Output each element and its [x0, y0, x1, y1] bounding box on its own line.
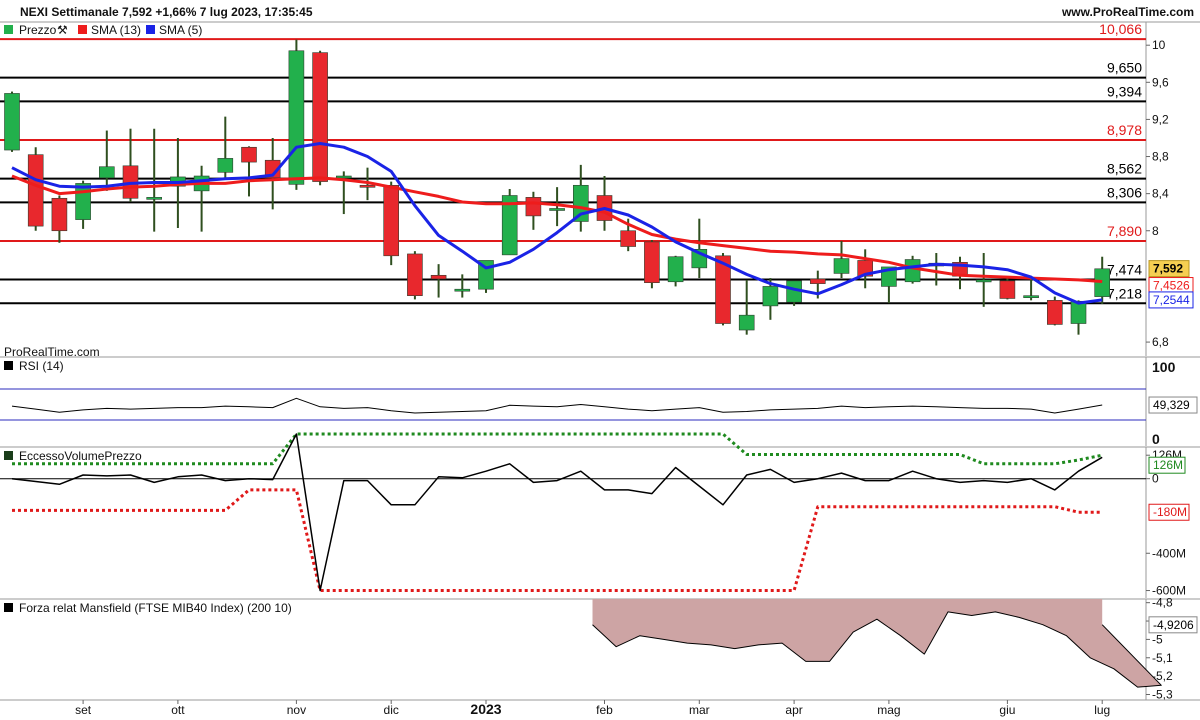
candle-body-3 [75, 183, 91, 220]
mansfield-ytick-label-0: -4,8 [1152, 596, 1173, 610]
candle-body-12 [288, 50, 305, 185]
chart-svg: NEXI Settimanale 7,592 +1,66% 7 lug 2023… [0, 0, 1200, 720]
mansfield-last-tag: -4,9206 [1153, 618, 1194, 632]
x-tick-label-2: nov [287, 703, 306, 717]
candle-body-38 [904, 259, 921, 283]
rsi-ytick-label-0: 100 [1152, 359, 1176, 375]
x-tick-label-8: mag [877, 703, 900, 717]
candle-body-32 [762, 286, 779, 307]
candle-body-0 [4, 93, 20, 151]
rsi-ytick-label-1: 0 [1152, 431, 1160, 447]
mansfield-ytick-label-2: -5 [1152, 632, 1163, 646]
candle-body-24 [572, 184, 589, 222]
mansfield-legend-swatch [4, 603, 13, 612]
candle-body-27 [644, 241, 660, 284]
price-ytick-label-6: 6,8 [1152, 335, 1169, 349]
candle-body-2 [51, 197, 68, 232]
rsi-legend-label: RSI (14) [19, 359, 64, 373]
price-ytick-label-3: 8,8 [1152, 150, 1169, 164]
volume-ytick-label-2: -400M [1152, 546, 1186, 560]
watermark: ProRealTime.com [4, 345, 100, 359]
sma5-last-tag: 7,2544 [1153, 293, 1190, 307]
legend-sma5-swatch [146, 25, 155, 34]
volume-lower-tag: -180M [1153, 505, 1187, 519]
candle-body-14 [335, 175, 352, 179]
legend-sma13-swatch [78, 25, 87, 34]
candle-body-44 [1047, 300, 1063, 325]
candle-body-42 [999, 280, 1016, 299]
candle-body-10 [241, 146, 257, 163]
header-site[interactable]: www.ProRealTime.com [1061, 5, 1194, 19]
legend-price-swatch [4, 25, 13, 34]
sma13-last-tag: 7,4526 [1153, 279, 1190, 293]
volume-upper-tag: 126M [1153, 458, 1183, 472]
mansfield-ytick-label-5: -5,3 [1152, 687, 1173, 701]
candle-body-18 [430, 274, 447, 280]
level-label-3: 8,978 [1107, 122, 1142, 138]
x-tick-label-4: 2023 [470, 701, 501, 717]
candle-body-15 [359, 184, 376, 188]
legend-sma5-label: SMA (5) [159, 23, 202, 37]
candle-body-9 [217, 158, 234, 173]
candle-body-17 [407, 253, 423, 296]
x-tick-label-7: apr [785, 703, 802, 717]
candle-body-19 [454, 288, 471, 292]
candle-body-1 [27, 154, 44, 227]
price-ytick-label-2: 9,2 [1152, 112, 1169, 126]
candle-body-41 [975, 279, 992, 283]
x-tick-label-10: lug [1094, 703, 1110, 717]
level-label-2: 9,394 [1107, 83, 1142, 99]
candle-body-16 [383, 184, 400, 257]
candle-body-31 [738, 314, 755, 331]
last-price-tag: 7,592 [1153, 262, 1183, 276]
candle-body-26 [620, 230, 637, 247]
candle-body-23 [549, 208, 565, 211]
x-tick-label-3: dic [384, 703, 399, 717]
x-tick-label-1: ott [171, 703, 185, 717]
level-label-4: 8,562 [1107, 161, 1142, 177]
price-ytick-label-4: 8,4 [1152, 187, 1169, 201]
candle-body-28 [667, 256, 684, 283]
rsi-legend-swatch [4, 361, 13, 370]
x-tick-label-9: giu [999, 703, 1015, 717]
x-tick-label-0: set [75, 703, 92, 717]
level-label-0: 10,066 [1099, 21, 1142, 37]
candle-body-46 [1094, 268, 1110, 297]
candle-body-6 [146, 197, 162, 200]
price-ytick-label-0: 10 [1152, 38, 1166, 52]
x-tick-label-6: mar [689, 703, 710, 717]
legend-price-wrench-icon: ⚒ [57, 23, 68, 37]
level-label-1: 9,650 [1107, 60, 1142, 76]
header-title: NEXI Settimanale 7,592 +1,66% 7 lug 2023… [20, 5, 313, 19]
volume-legend-label: EccessoVolumePrezzo [19, 449, 142, 463]
legend-sma13-label: SMA (13) [91, 23, 141, 37]
candle-body-35 [833, 258, 850, 274]
candle-body-34 [809, 278, 826, 284]
price-ytick-label-5: 8 [1152, 224, 1159, 238]
level-label-5: 8,306 [1107, 184, 1142, 200]
volume-legend-swatch [4, 451, 13, 460]
candle-body-13 [312, 52, 328, 182]
legend-price-label: Prezzo [19, 23, 57, 37]
mansfield-legend-label: Forza relat Mansfield (FTSE MIB40 Index)… [19, 601, 292, 615]
level-label-7: 7,474 [1107, 262, 1142, 278]
level-label-8: 7,218 [1107, 285, 1142, 301]
candle-body-45 [1070, 300, 1087, 324]
candle-body-4 [99, 166, 115, 179]
level-label-6: 7,890 [1107, 223, 1142, 239]
x-tick-label-5: feb [596, 703, 613, 717]
volume-ytick-label-1: 0 [1152, 472, 1159, 486]
mansfield-ytick-label-3: -5,1 [1152, 651, 1173, 665]
candle-body-22 [525, 197, 542, 217]
candle-body-43 [1023, 295, 1039, 298]
price-ytick-label-1: 9,6 [1152, 75, 1169, 89]
rsi-last-tag: 49,329 [1153, 398, 1190, 412]
